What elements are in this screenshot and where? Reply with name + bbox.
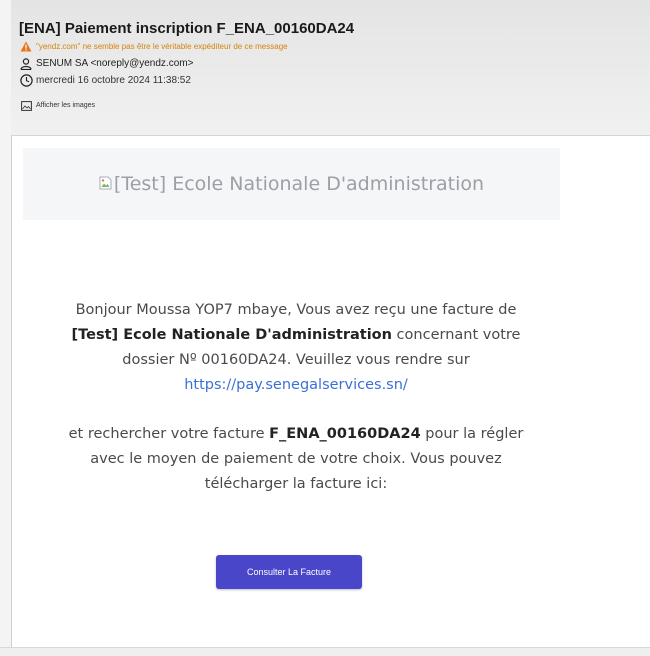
message-text: Bonjour Moussa YOP7 mbaye, Vous avez reç… [51,298,541,497]
p1-text-a: Bonjour Moussa YOP7 mbaye, Vous avez reç… [75,302,517,318]
sent-date: mercredi 16 octobre 2024 11:38:52 [36,75,191,86]
view-invoice-button[interactable]: Consulter La Facture [216,555,362,589]
email-body: [Test] Ecole Nationale D'administration … [11,136,650,648]
broken-image-icon [99,173,112,195]
sender-address: SENUM SA <noreply@yendz.com> [36,58,194,69]
sender-row: SENUM SA <noreply@yendz.com> [19,55,650,72]
image-icon [19,99,33,113]
banner-alt: [Test] Ecole Nationale D'administration [99,173,484,195]
school-name: [Test] Ecole Nationale D'administration [71,327,392,343]
email-header: [ENA] Paiement inscription F_ENA_00160DA… [11,0,650,136]
p2-text-a: et rechercher votre facture [68,426,270,442]
clock-icon [19,74,33,88]
show-images-label[interactable]: Afficher les images [36,102,95,109]
date-row: mercredi 16 octobre 2024 11:38:52 [19,72,650,89]
invoice-number: F_ENA_00160DA24 [269,426,421,442]
logo-banner: [Test] Ecole Nationale D'administration [23,148,560,220]
person-icon [19,57,33,71]
bottom-border [0,647,650,656]
warning-text: "yendz.com" ne semble pas être le vérita… [36,42,288,51]
show-images-link[interactable]: Afficher les images [19,97,650,114]
warning-icon [19,40,33,54]
email-subject: [ENA] Paiement inscription F_ENA_00160DA… [19,20,355,37]
paragraph-2: et rechercher votre facture F_ENA_00160D… [51,422,541,497]
banner-alt-text: [Test] Ecole Nationale D'administration [113,173,485,195]
sender-warning: "yendz.com" ne semble pas être le vérita… [19,38,650,55]
paragraph-1: Bonjour Moussa YOP7 mbaye, Vous avez reç… [51,298,541,398]
payment-link[interactable]: https://pay.senegalservices.sn/ [184,377,408,393]
